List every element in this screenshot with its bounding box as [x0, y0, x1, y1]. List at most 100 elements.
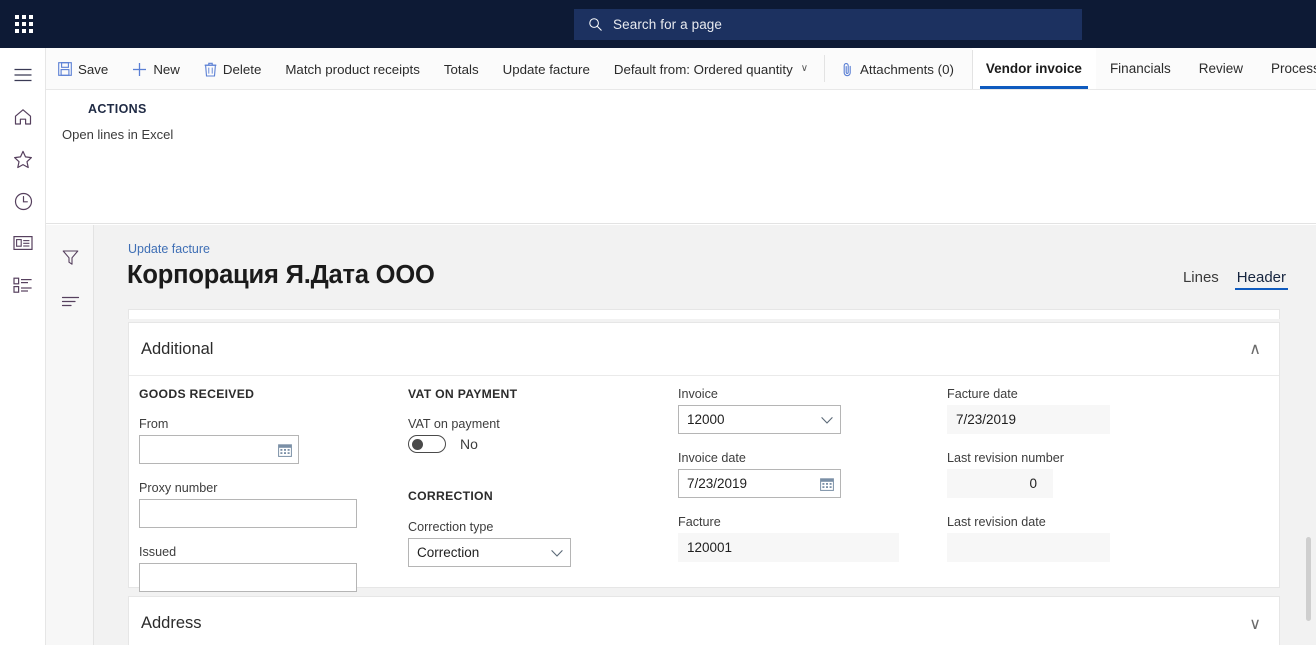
field-correction-type-value: Correction [417, 545, 480, 560]
command-bar: Save New Delete Match product receipts T… [46, 48, 1316, 90]
field-correction-type-label: Correction type [408, 520, 494, 534]
filter-funnel-icon[interactable] [46, 235, 94, 279]
field-correction-type-select[interactable]: Correction [408, 538, 571, 567]
field-issued-label: Issued [139, 545, 177, 559]
partially-scrolled-panel [128, 309, 1280, 319]
form-column-vat-correction: VAT ON PAYMENT VAT on payment No CORRECT… [408, 376, 653, 567]
field-facture-date-value-box: 7/23/2019 [947, 405, 1110, 434]
panel-address-title: Address [141, 614, 202, 632]
show-list-icon[interactable] [46, 279, 94, 323]
totals-label: Totals [443, 61, 479, 77]
field-facture-value-box: 120001 [678, 533, 899, 562]
field-invoice-combo[interactable]: 12000 [678, 405, 841, 434]
field-facture-label: Facture [678, 515, 721, 529]
app-launcher-icon[interactable] [0, 0, 48, 48]
vat-on-payment-toggle[interactable] [408, 435, 446, 453]
tab-financials-label: Financials [1109, 61, 1171, 76]
home-icon[interactable] [0, 96, 46, 138]
group-label-correction: CORRECTION [408, 489, 493, 503]
chevron-down-icon[interactable]: ∨ [1249, 614, 1261, 634]
group-label-goods-received: GOODS RECEIVED [139, 387, 255, 401]
search-placeholder-text: Search for a page [613, 17, 723, 32]
attachments-button[interactable]: Attachments (0) [829, 48, 966, 90]
paperclip-icon [843, 62, 851, 76]
delete-label: Delete [222, 61, 262, 77]
vat-on-payment-toggle-row: No [408, 435, 653, 453]
form-column-facture: Facture date 7/23/2019 Last revision num… [947, 376, 1197, 562]
modules-icon[interactable] [0, 264, 46, 306]
star-icon[interactable] [0, 138, 46, 180]
update-facture-button[interactable]: Update facture [491, 48, 602, 90]
field-proxy-number-input[interactable] [139, 499, 357, 528]
view-tab-lines[interactable]: Lines [1183, 269, 1219, 290]
panel-additional-title: Additional [141, 339, 214, 358]
actions-group-title: ACTIONS [88, 102, 147, 116]
field-vat-on-payment: VAT on payment No [408, 417, 653, 453]
scrollbar-thumb[interactable] [1306, 537, 1311, 621]
panel-address-header[interactable]: Address ∨ [129, 597, 1279, 645]
clock-icon[interactable] [0, 180, 46, 222]
chevron-up-icon[interactable]: ∧ [1249, 339, 1261, 359]
field-vat-on-payment-label: VAT on payment [408, 417, 500, 431]
chevron-down-icon[interactable] [550, 548, 564, 558]
view-tab-lines-label: Lines [1182, 269, 1219, 286]
field-last-revision-number-value-box: 0 [947, 469, 1053, 498]
save-icon [58, 62, 72, 76]
tab-financials[interactable]: Financials [1096, 48, 1185, 89]
panel-additional-header[interactable]: Additional ∧ [129, 323, 1279, 376]
waffle-grid [15, 15, 33, 33]
tab-vendor-invoice-label: Vendor invoice [985, 61, 1082, 76]
field-facture: Facture 120001 [678, 515, 928, 562]
hamburger-icon[interactable] [0, 54, 46, 96]
attachments-label: Attachments (0) [860, 61, 954, 77]
delete-button[interactable]: Delete [192, 48, 273, 90]
calendar-icon[interactable] [820, 477, 834, 491]
match-product-receipts-button[interactable]: Match product receipts [273, 48, 432, 90]
field-correction-type: Correction type Correction [408, 520, 653, 567]
vat-on-payment-value: No [460, 436, 478, 452]
field-invoice-date: Invoice date 7/23/2019 [678, 451, 928, 498]
field-invoice-date-value: 7/23/2019 [687, 476, 748, 491]
default-from-dropdown[interactable]: Default from: Ordered quantity ∨ [602, 48, 820, 90]
totals-button[interactable]: Totals [432, 48, 491, 90]
view-tab-header-label: Header [1236, 269, 1286, 286]
new-button[interactable]: New [120, 48, 192, 90]
tab-review[interactable]: Review [1185, 48, 1257, 89]
field-from-label: From [139, 417, 169, 431]
field-last-revision-date: Last revision date [947, 515, 1197, 562]
save-button[interactable]: Save [46, 48, 120, 90]
workspace-icon[interactable] [0, 222, 46, 264]
field-proxy-number: Proxy number [139, 481, 384, 528]
field-from: From [139, 417, 384, 464]
field-facture-value: 120001 [687, 540, 733, 555]
content-scrollbar[interactable] [1304, 225, 1314, 645]
field-invoice-date-input[interactable]: 7/23/2019 [678, 469, 841, 498]
update-facture-label: Update facture [502, 61, 590, 77]
toggle-knob [412, 439, 423, 450]
view-tabs: Lines Header [1183, 269, 1289, 290]
tab-review-label: Review [1198, 61, 1243, 76]
match-product-receipts-label: Match product receipts [285, 61, 420, 77]
group-label-vat-on-payment: VAT ON PAYMENT [408, 387, 518, 401]
form-column-goods-received: GOODS RECEIVED From Proxy number Issued [139, 376, 384, 592]
field-last-revision-number: Last revision number 0 [947, 451, 1197, 498]
page-title: Корпорация Я.Дата ООО [127, 261, 435, 289]
field-issued-input[interactable] [139, 563, 357, 592]
calendar-icon[interactable] [278, 443, 292, 457]
field-last-revision-date-value-box [947, 533, 1110, 562]
chevron-down-icon[interactable] [820, 415, 834, 425]
breadcrumb[interactable]: Update facture [128, 242, 210, 256]
tab-vendor-invoice[interactable]: Vendor invoice [971, 48, 1096, 89]
form-column-invoice: Invoice 12000 Invoice date 7/23/2019 Fac… [678, 376, 928, 562]
view-tab-header[interactable]: Header [1234, 269, 1289, 290]
content-area: Update facture Корпорация Я.Дата ООО Lin… [94, 225, 1316, 645]
field-from-input[interactable] [139, 435, 299, 464]
tab-process[interactable]: Process [1257, 48, 1316, 89]
tab-process-label: Process [1270, 61, 1316, 76]
field-invoice-date-label: Invoice date [678, 451, 746, 465]
top-navigation-bar: Search for a page [0, 0, 1316, 48]
left-navigation-rail [0, 48, 46, 645]
search-input[interactable]: Search for a page [574, 9, 1082, 40]
open-lines-in-excel-button[interactable]: Open lines in Excel [62, 127, 173, 142]
field-last-revision-date-label: Last revision date [947, 515, 1046, 529]
